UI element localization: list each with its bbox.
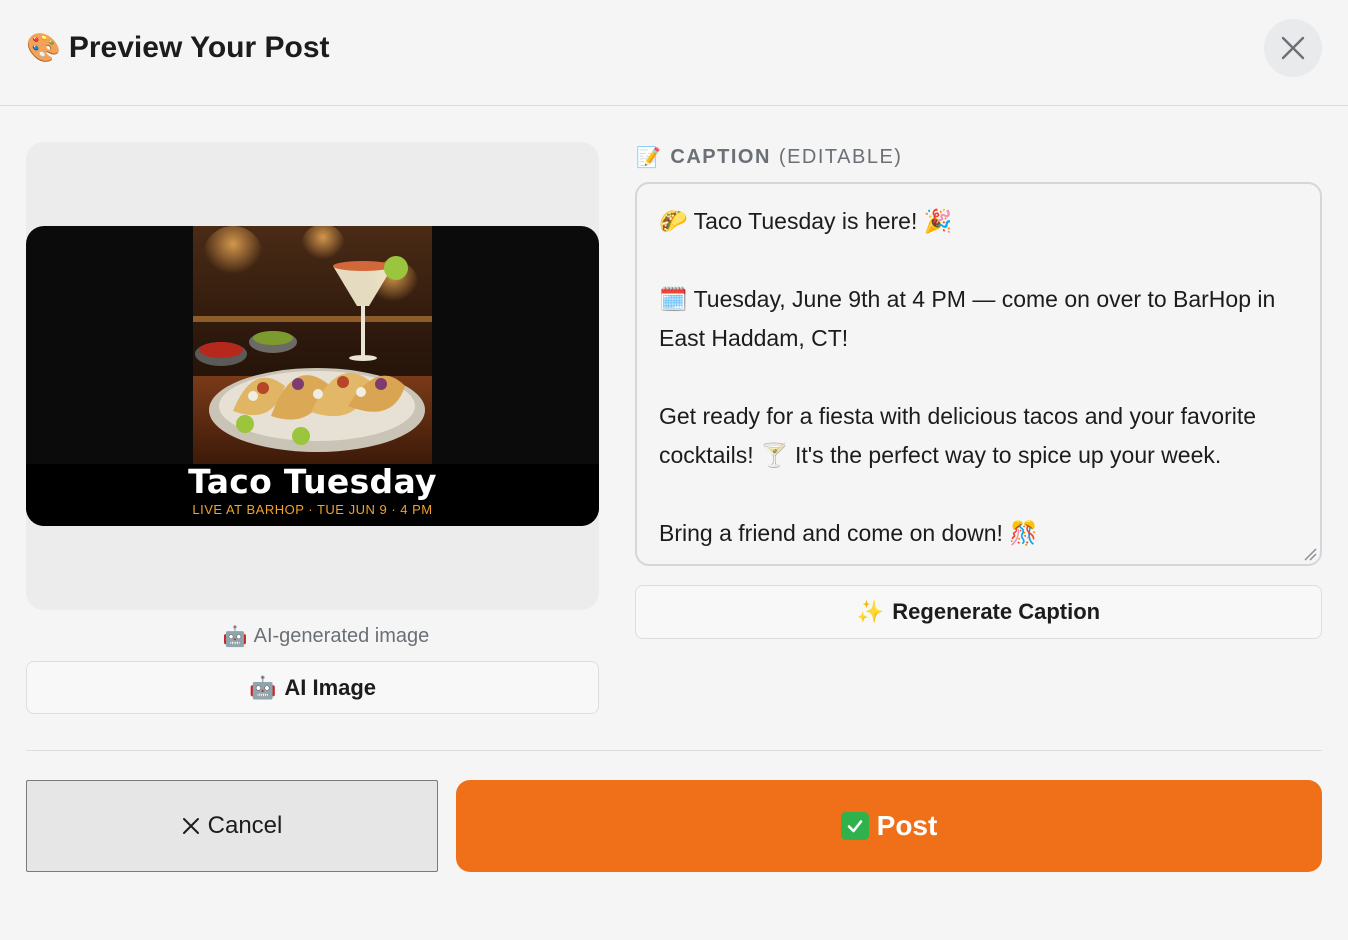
close-icon: [182, 818, 199, 834]
ai-generated-note: 🤖 AI-generated image: [26, 624, 626, 649]
page-title-text: Preview Your Post: [68, 31, 330, 64]
regenerate-caption-label: Regenerate Caption: [892, 599, 1101, 624]
caption-textarea[interactable]: 🌮 Taco Tuesday is here! 🎉 🗓️ Tuesday, Ju…: [635, 182, 1322, 566]
preview-post-modal: 🎨 Preview Your Post Taco Tuesday LIVE AT…: [0, 0, 1348, 940]
robot-icon: 🤖: [222, 626, 248, 648]
close-icon: [1281, 36, 1305, 60]
caption-label-suffix: (EDITABLE): [778, 145, 903, 168]
close-button[interactable]: [1264, 19, 1322, 77]
poster-subtitle: LIVE AT BARHOP · TUE JUN 9 · 4 PM: [192, 502, 433, 517]
sparkles-icon: ✨: [856, 599, 885, 624]
regenerate-caption-button[interactable]: ✨ Regenerate Caption: [635, 585, 1322, 639]
poster-title: Taco Tuesday: [188, 462, 437, 501]
post-image: Taco Tuesday LIVE AT BARHOP · TUE JUN 9 …: [26, 226, 599, 526]
page-title: 🎨 Preview Your Post: [26, 30, 330, 66]
check-icon: [840, 812, 869, 840]
caption-label: 📝 CAPTION (EDITABLE): [636, 144, 902, 170]
cancel-button[interactable]: Cancel: [26, 780, 438, 872]
footer-divider: [26, 750, 1322, 751]
taco-photo: [193, 226, 432, 464]
ai-image-button-label: AI Image: [284, 674, 377, 700]
post-button-label: Post: [876, 810, 938, 841]
caption-text[interactable]: 🌮 Taco Tuesday is here! 🎉 🗓️ Tuesday, Ju…: [659, 202, 1289, 553]
resize-handle-icon[interactable]: [1303, 547, 1317, 561]
post-button[interactable]: Post: [456, 780, 1322, 872]
caption-label-text: CAPTION: [670, 145, 771, 168]
cancel-button-label: Cancel: [207, 812, 283, 839]
ai-note-text: AI-generated image: [253, 625, 430, 647]
palette-icon: 🎨: [26, 32, 61, 63]
robot-icon: 🤖: [248, 674, 277, 700]
ai-image-button[interactable]: 🤖 AI Image: [26, 661, 599, 714]
modal-header: 🎨 Preview Your Post: [0, 0, 1348, 106]
memo-icon: 📝: [636, 146, 663, 169]
